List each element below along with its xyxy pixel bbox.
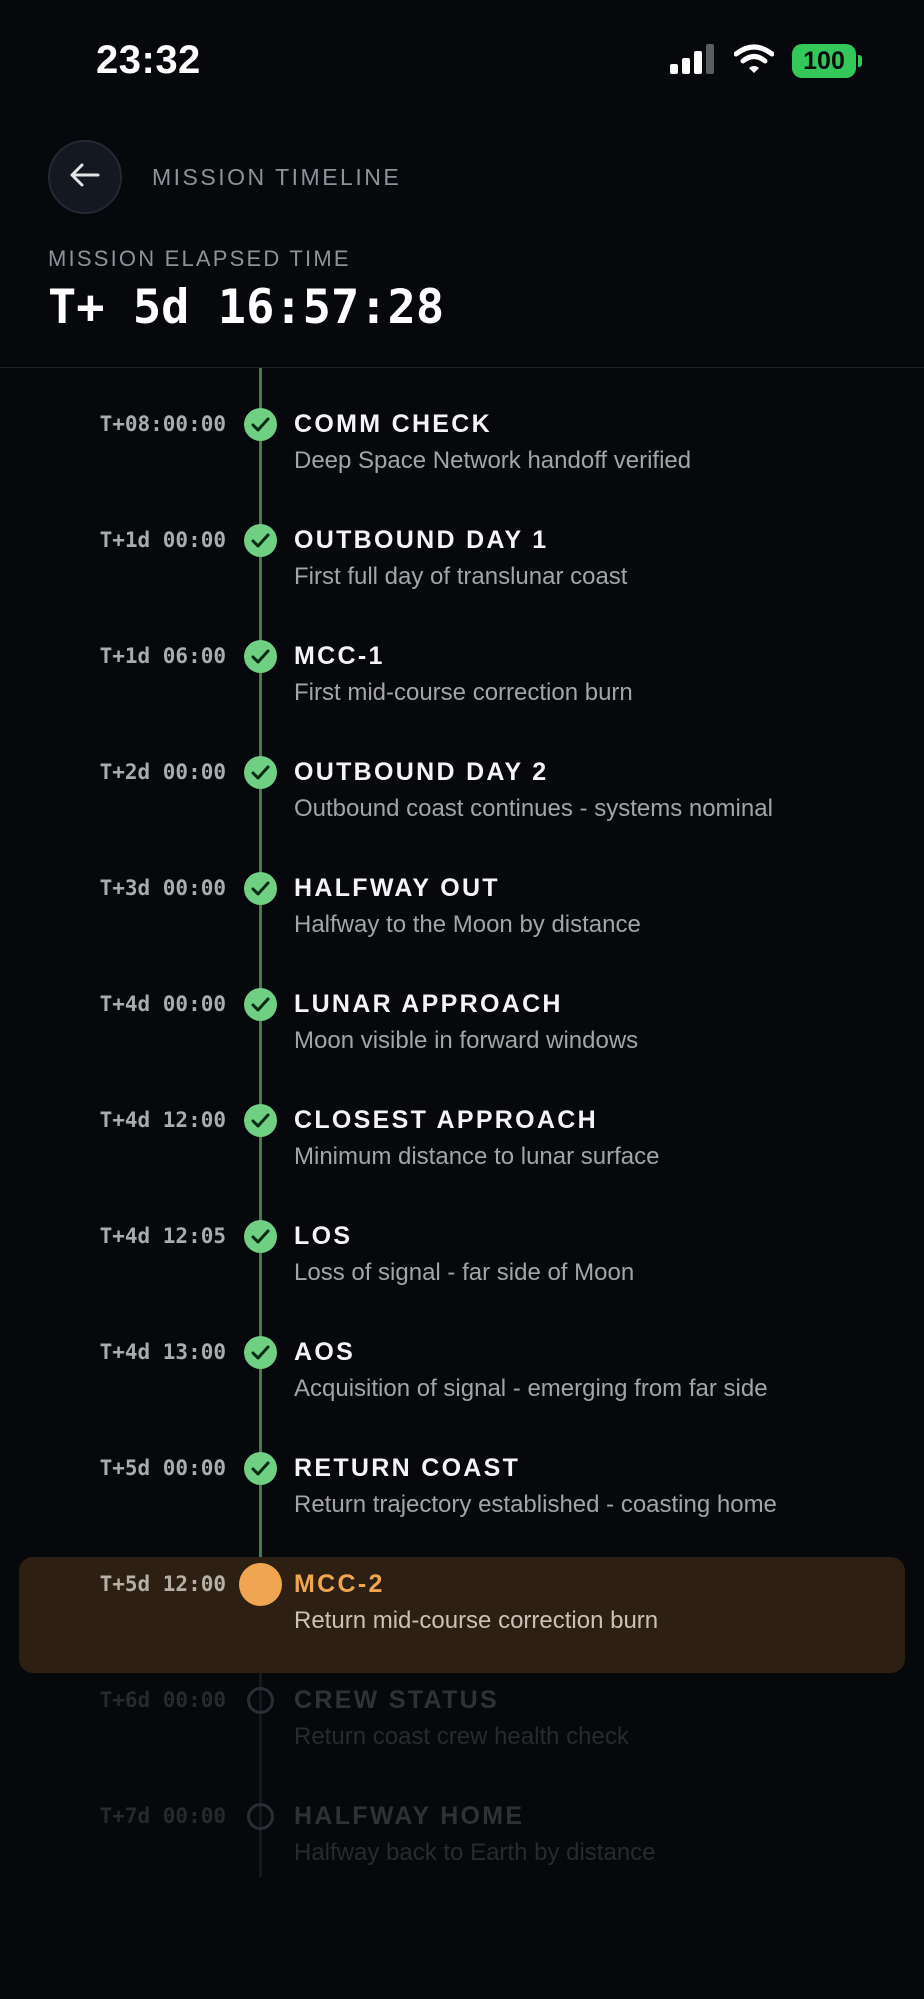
timeline-event[interactable]: T+08:00:00 COMM CHECK Deep Space Network…	[0, 397, 924, 513]
timeline-event[interactable]: T+4d 12:05 LOS Loss of signal - far side…	[0, 1209, 924, 1325]
event-time: T+2d 00:00	[99, 760, 226, 784]
timeline-event[interactable]: T+1d 00:00 OUTBOUND DAY 1 First full day…	[0, 513, 924, 629]
event-title: HALFWAY OUT	[294, 874, 500, 902]
event-title: LOS	[294, 1222, 353, 1250]
event-title: COMM CHECK	[294, 410, 492, 438]
event-title: MCC-1	[294, 642, 385, 670]
event-description: Outbound coast continues - systems nomin…	[294, 795, 773, 822]
event-description: Acquisition of signal - emerging from fa…	[294, 1375, 768, 1402]
check-icon	[244, 872, 277, 905]
timeline-list[interactable]: First crew health and cabin pressure che…	[0, 367, 924, 1999]
timeline-event[interactable]: T+1d 06:00 MCC-1 First mid-course correc…	[0, 629, 924, 745]
event-title: HALFWAY HOME	[294, 1802, 525, 1830]
event-time: T+6d 00:00	[99, 1688, 226, 1712]
event-description: Return mid-course correction burn	[294, 1607, 659, 1634]
status-icons: 100	[670, 43, 862, 79]
event-description: First full day of translunar coast	[294, 563, 628, 590]
event-time: T+4d 00:00	[99, 992, 226, 1016]
check-icon	[244, 1104, 277, 1137]
event-description: Return coast crew health check	[294, 1723, 629, 1750]
event-description: Loss of signal - far side of Moon	[294, 1259, 635, 1286]
timeline-event[interactable]: T+5d 00:00 RETURN COAST Return trajector…	[0, 1441, 924, 1557]
arrow-left-icon	[70, 163, 100, 192]
battery-cap	[858, 55, 862, 67]
event-time: T+5d 00:00	[99, 1456, 226, 1480]
check-icon	[244, 524, 277, 557]
event-time: T+1d 06:00	[99, 644, 226, 668]
timeline-event[interactable]: T+5d 12:00 MCC-2 Return mid-course corre…	[0, 1557, 924, 1673]
event-description: Minimum distance to lunar surface	[294, 1143, 660, 1170]
timeline-event[interactable]: T+4d 13:00 AOS Acquisition of signal - e…	[0, 1325, 924, 1441]
event-time: T+4d 12:05	[99, 1224, 226, 1248]
timeline-event[interactable]: T+4d 00:00 LUNAR APPROACH Moon visible i…	[0, 977, 924, 1093]
event-title: RETURN COAST	[294, 1454, 521, 1482]
pending-circle-icon	[247, 1803, 274, 1830]
timeline-event[interactable]: T+4d 12:00 CLOSEST APPROACH Minimum dist…	[0, 1093, 924, 1209]
battery-level: 100	[792, 44, 856, 78]
current-event-dot	[239, 1563, 282, 1606]
event-description: Halfway back to Earth by distance	[294, 1839, 656, 1866]
status-time: 23:32	[96, 38, 201, 82]
header: MISSION TIMELINE MISSION ELAPSED TIME T+…	[0, 120, 924, 368]
check-icon	[244, 640, 277, 673]
event-description: First mid-course correction burn	[294, 679, 633, 706]
event-description: Halfway to the Moon by distance	[294, 911, 641, 938]
check-icon	[244, 408, 277, 441]
timeline-event[interactable]: T+2d 00:00 OUTBOUND DAY 2 Outbound coast…	[0, 745, 924, 861]
event-title: MCC-2	[294, 1570, 385, 1598]
mission-elapsed-time-value: T+ 5d 16:57:28	[48, 280, 445, 335]
event-time: T+3d 00:00	[99, 876, 226, 900]
event-time: T+4d 12:00	[99, 1108, 226, 1132]
event-title: CLOSEST APPROACH	[294, 1106, 598, 1134]
status-bar: 23:32 100	[0, 0, 924, 120]
event-time: T+5d 12:00	[99, 1572, 226, 1596]
mission-elapsed-time-label: MISSION ELAPSED TIME	[48, 246, 351, 271]
wifi-icon	[733, 44, 775, 79]
check-icon	[244, 756, 277, 789]
event-time: T+08:00:00	[99, 412, 226, 436]
event-description: Moon visible in forward windows	[294, 1027, 639, 1054]
cellular-signal-icon	[670, 43, 716, 79]
event-title: LUNAR APPROACH	[294, 990, 563, 1018]
event-title: CREW STATUS	[294, 1686, 499, 1714]
event-description: Return trajectory established - coasting…	[294, 1491, 777, 1518]
timeline-event[interactable]: First crew health and cabin pressure che…	[0, 367, 924, 397]
event-title: OUTBOUND DAY 2	[294, 758, 549, 786]
timeline-event[interactable]: T+7d 00:00 HALFWAY HOME Halfway back to …	[0, 1789, 924, 1905]
check-icon	[244, 1220, 277, 1253]
timeline-event[interactable]: T+3d 00:00 HALFWAY OUT Halfway to the Mo…	[0, 861, 924, 977]
check-icon	[244, 988, 277, 1021]
screen-title: MISSION TIMELINE	[152, 164, 402, 190]
event-description: Deep Space Network handoff verified	[294, 447, 692, 474]
back-button[interactable]	[48, 140, 122, 214]
check-icon	[244, 1336, 277, 1369]
event-time: T+4d 13:00	[99, 1340, 226, 1364]
event-time: T+7d 00:00	[99, 1804, 226, 1828]
timeline-event[interactable]: T+6d 00:00 CREW STATUS Return coast crew…	[0, 1673, 924, 1789]
check-icon	[244, 1452, 277, 1485]
battery-icon: 100	[792, 44, 862, 78]
event-title: AOS	[294, 1338, 356, 1366]
pending-circle-icon	[247, 1687, 274, 1714]
event-title: OUTBOUND DAY 1	[294, 526, 549, 554]
event-time: T+1d 00:00	[99, 528, 226, 552]
